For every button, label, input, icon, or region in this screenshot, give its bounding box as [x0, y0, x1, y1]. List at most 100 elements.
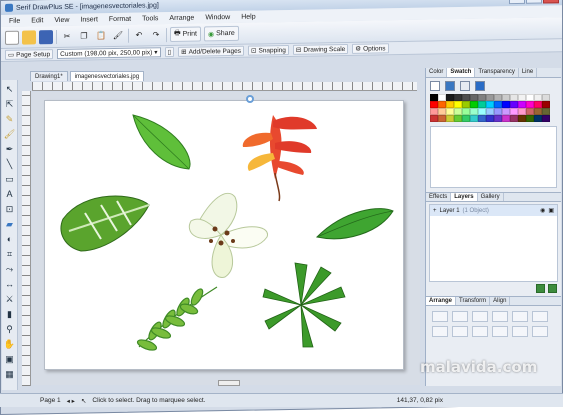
swatch-color[interactable]: [454, 101, 462, 108]
page-setup-button[interactable]: ▭ Page Setup: [5, 49, 54, 60]
swatch-color[interactable]: [446, 108, 454, 115]
swatch-color[interactable]: [494, 108, 502, 115]
pen-tool-icon[interactable]: ✒: [4, 143, 16, 155]
swatch-color[interactable]: [462, 101, 470, 108]
doc-tab-imagenesvectoriales[interactable]: imagenesvectoriales.jpg: [69, 71, 145, 81]
swatch-color[interactable]: [462, 94, 470, 101]
swatch-color[interactable]: [438, 115, 446, 122]
vertical-ruler[interactable]: [22, 91, 31, 386]
text-tool-icon[interactable]: A: [4, 188, 16, 200]
swatch-color[interactable]: [534, 101, 542, 108]
nav-arrows-icon[interactable]: ◂ ▸: [67, 397, 75, 405]
hand-tool-icon[interactable]: ✋: [4, 338, 16, 350]
menu-insert[interactable]: Insert: [80, 16, 98, 23]
rotate-handle[interactable]: [246, 95, 254, 103]
swatch-color[interactable]: [470, 115, 478, 122]
frame-text-tool-icon[interactable]: ⊡: [4, 203, 16, 215]
arrange-button[interactable]: [532, 311, 548, 322]
swatch-color[interactable]: [430, 115, 438, 122]
tab-effects[interactable]: Effects: [426, 193, 452, 201]
tab-color[interactable]: Color: [426, 68, 448, 77]
zoom-tool-icon[interactable]: ⚲: [4, 323, 16, 335]
tab-transparency[interactable]: Transparency: [475, 68, 519, 77]
swatch-color[interactable]: [478, 101, 486, 108]
add-layer-icon[interactable]: [536, 284, 545, 293]
swatch-color[interactable]: [430, 94, 438, 101]
pointer-tool-icon[interactable]: ↖: [4, 83, 16, 95]
line-tool-icon[interactable]: ╲: [4, 158, 16, 170]
horizontal-ruler[interactable]: [32, 82, 417, 91]
swatch-color[interactable]: [542, 94, 550, 101]
arrange-button[interactable]: [432, 326, 448, 337]
swatch-color[interactable]: [518, 101, 526, 108]
fill-tool-icon[interactable]: ▰: [4, 218, 16, 230]
arrange-button[interactable]: [512, 311, 528, 322]
expand-icon[interactable]: +: [433, 208, 437, 214]
menu-tools[interactable]: Tools: [142, 15, 158, 22]
print-button[interactable]: 🖶 Print: [170, 26, 202, 43]
maximize-button[interactable]: □: [526, 0, 542, 4]
knife-tool-icon[interactable]: ⚔: [4, 293, 16, 305]
swatch-color[interactable]: [502, 94, 510, 101]
visibility-icon[interactable]: ◉: [540, 207, 545, 214]
swatch-color[interactable]: [502, 115, 510, 122]
swatch-color[interactable]: [534, 94, 542, 101]
cut-icon[interactable]: ✂: [60, 29, 74, 43]
menu-view[interactable]: View: [54, 16, 69, 23]
tab-layers[interactable]: Layers: [451, 193, 478, 201]
swatch-color[interactable]: [438, 101, 446, 108]
table-tool-icon[interactable]: ▦: [4, 368, 16, 380]
swatch-color[interactable]: [526, 94, 534, 101]
save-icon[interactable]: [39, 29, 53, 44]
layer-row[interactable]: + Layer 1 (1 Object) ◉ ▣: [430, 205, 557, 216]
lock-icon[interactable]: ▣: [548, 207, 554, 214]
delete-layer-icon[interactable]: [548, 284, 557, 293]
arrange-button[interactable]: [452, 311, 468, 322]
swatch-color[interactable]: [494, 101, 502, 108]
format-painter-icon[interactable]: 🖌: [111, 28, 125, 42]
crop-tool-icon[interactable]: ⌗: [4, 248, 16, 260]
swatch-color[interactable]: [454, 108, 462, 115]
swatch-color[interactable]: [518, 108, 526, 115]
redo-icon[interactable]: ↷: [149, 28, 163, 42]
swatch-color[interactable]: [526, 108, 534, 115]
transparency-tool-icon[interactable]: ◐: [4, 233, 16, 245]
swatch-color[interactable]: [526, 101, 534, 108]
palette-menu-icon[interactable]: [460, 81, 470, 91]
doc-tab-drawing1[interactable]: Drawing1*: [30, 71, 68, 81]
drawing-page[interactable]: [44, 100, 404, 370]
arrange-button[interactable]: [452, 326, 468, 337]
dimension-tool-icon[interactable]: ↔: [4, 278, 16, 290]
menu-format[interactable]: Format: [109, 15, 131, 22]
orientation-button[interactable]: ▯: [164, 46, 175, 58]
menu-help[interactable]: Help: [241, 13, 255, 20]
tab-transform[interactable]: Transform: [456, 297, 491, 305]
brush-tool-icon[interactable]: 🖌: [4, 128, 16, 140]
gradient-icon[interactable]: [475, 81, 485, 91]
swatch-color[interactable]: [470, 108, 478, 115]
menu-file[interactable]: File: [9, 17, 20, 24]
menu-edit[interactable]: Edit: [31, 17, 43, 24]
swatch-color[interactable]: [478, 94, 486, 101]
swatch-color[interactable]: [478, 108, 486, 115]
line-color-icon[interactable]: [445, 81, 455, 91]
canvas-area[interactable]: [32, 92, 420, 385]
page-size-select[interactable]: Custom (198,00 pix, 250,00 pix) ▾: [57, 47, 161, 60]
snapping-button[interactable]: ⊡ Snapping: [247, 44, 289, 56]
tab-line[interactable]: Line: [519, 68, 538, 77]
swatch-color[interactable]: [542, 115, 550, 122]
swatch-color[interactable]: [470, 101, 478, 108]
share-button[interactable]: ◉ Share: [204, 25, 239, 42]
arrange-button[interactable]: [472, 326, 488, 337]
swatch-color[interactable]: [502, 101, 510, 108]
swatch-color[interactable]: [486, 101, 494, 108]
swatch-color[interactable]: [438, 108, 446, 115]
swatch-color[interactable]: [518, 94, 526, 101]
tab-align[interactable]: Align: [490, 297, 511, 305]
arrange-button[interactable]: [432, 311, 448, 322]
tab-arrange[interactable]: Arrange: [426, 297, 457, 305]
swatch-color[interactable]: [470, 94, 478, 101]
eraser-tool-icon[interactable]: ▮: [4, 308, 16, 320]
swatch-color[interactable]: [446, 94, 454, 101]
swatch-color[interactable]: [510, 101, 518, 108]
